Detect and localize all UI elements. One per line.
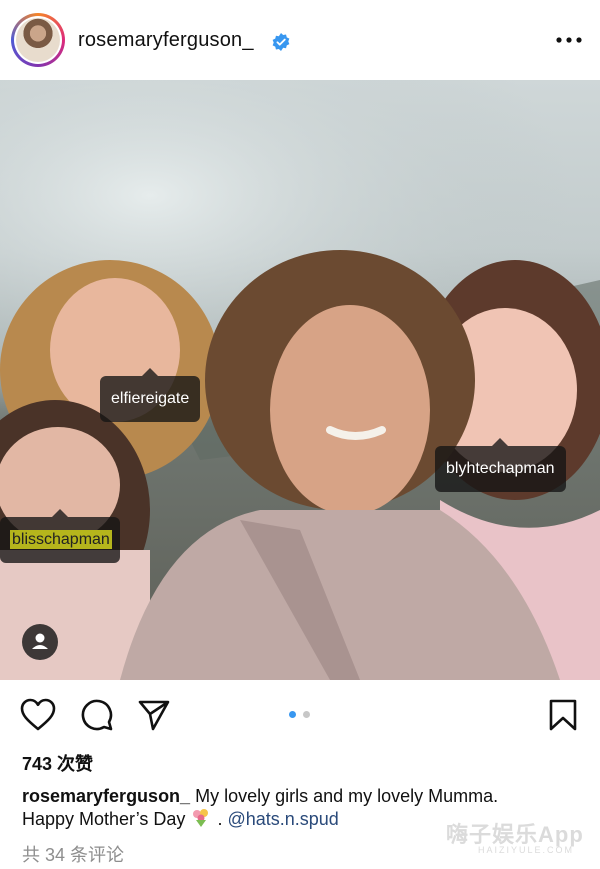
action-bar	[0, 680, 600, 750]
bouquet-emoji-icon	[193, 809, 209, 827]
comment-icon[interactable]	[80, 698, 114, 732]
likes-count[interactable]: 743 次赞	[22, 750, 93, 776]
view-comments-link[interactable]: 共 34 条评论	[22, 841, 124, 867]
verified-badge-icon	[272, 33, 290, 51]
person-icon	[32, 633, 48, 649]
story-ring[interactable]	[11, 13, 65, 67]
username-link[interactable]: rosemaryferguson_	[78, 29, 254, 52]
user-tag-elfiereigate[interactable]: elfiereigate	[100, 368, 201, 422]
bookmark-icon[interactable]	[548, 698, 578, 732]
watermark-url: HAIZIYULE.COM	[478, 845, 575, 855]
post-header: rosemaryferguson_	[0, 0, 600, 80]
carousel-dot-active	[289, 711, 296, 718]
selfie-image	[0, 80, 600, 680]
caption-username[interactable]: rosemaryferguson_	[22, 786, 190, 806]
send-icon[interactable]	[137, 698, 171, 732]
user-tag-blyhtechapman[interactable]: blyhtechapman	[435, 438, 566, 492]
caption-text-line2: Happy Mother’s Day	[22, 809, 186, 829]
avatar[interactable]	[16, 18, 60, 62]
more-horizontal-icon[interactable]	[555, 30, 583, 50]
mention-link[interactable]: @hats.n.spud	[227, 809, 338, 829]
caption-text-line1: My lovely girls and my lovely Mumma.	[195, 786, 499, 806]
post-photo[interactable]: elfiereigate blyhtechapman blisschapman	[0, 80, 600, 680]
carousel-dot	[303, 711, 310, 718]
heart-icon[interactable]	[20, 698, 56, 732]
caption-separator: .	[217, 809, 223, 829]
tagged-users-button[interactable]	[22, 624, 58, 660]
user-tag-blisschapman[interactable]: blisschapman	[0, 509, 120, 563]
